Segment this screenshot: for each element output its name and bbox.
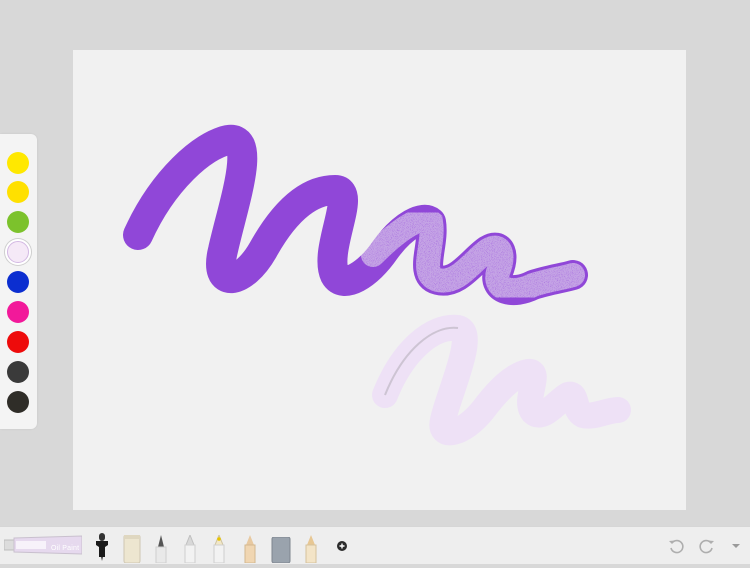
crayon-icon [244,535,256,564]
color-swatch-yellow[interactable] [7,152,29,174]
colored-pencil-tool[interactable] [304,535,318,564]
pencil-icon [213,533,225,564]
pencil-yellow-tool[interactable] [212,533,226,564]
colored-pencil-icon [305,535,317,564]
canvas-artwork [123,124,631,446]
add-icon[interactable] [333,537,351,555]
pen-icon [155,535,167,564]
fill-jar-tool[interactable] [123,534,141,564]
color-swatch-lavender[interactable] [7,241,29,263]
color-swatch-pink[interactable] [7,301,29,323]
crayon-tool[interactable] [243,535,257,564]
color-swatch-red[interactable] [7,331,29,353]
color-swatch-blue[interactable] [7,271,29,293]
marker-icon [184,533,196,564]
undo-icon[interactable] [667,537,685,555]
color-swatch-dark-gray[interactable] [7,361,29,383]
eraser-icon [271,536,291,564]
active-tool-label: Oil Paint [51,545,80,552]
marker-tool[interactable] [183,533,197,564]
color-swatch-green[interactable] [7,211,29,233]
chevron-down-icon[interactable] [727,537,745,555]
redo-icon[interactable] [698,537,716,555]
jar-icon [123,534,141,564]
bottom-toolbar: Oil Paint [0,526,750,564]
pen-tool[interactable] [154,535,168,564]
color-swatch-black[interactable] [7,391,29,413]
color-palette [0,134,37,429]
dropper-tool[interactable] [94,533,110,561]
eraser-tool[interactable] [271,536,291,564]
color-swatch-yellow-2[interactable] [7,181,29,203]
drawing-canvas[interactable] [73,50,686,510]
dropper-icon [96,533,108,561]
oil-paint-tube-tool[interactable]: Oil Paint [3,533,83,557]
